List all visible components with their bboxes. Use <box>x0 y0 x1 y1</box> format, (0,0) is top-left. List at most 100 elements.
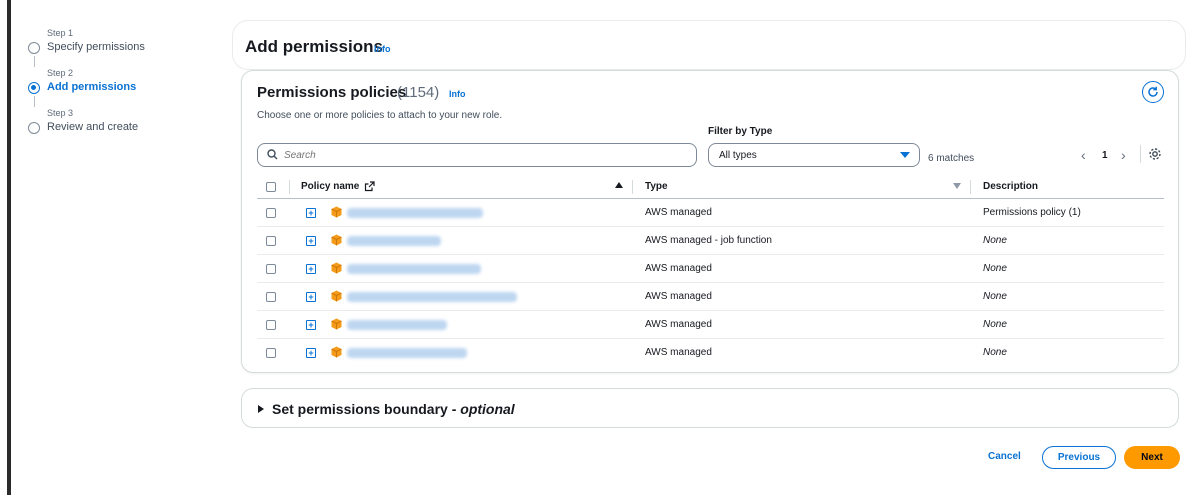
table-row[interactable]: + AWS managed None <box>257 255 1164 283</box>
policy-name-link[interactable] <box>347 348 467 358</box>
permissions-boundary-expander[interactable]: Set permissions boundary - optional <box>241 388 1179 428</box>
row-checkbox[interactable] <box>266 320 276 330</box>
panel-info-link[interactable]: Info <box>449 89 466 99</box>
step-2[interactable]: Step 2 Add permissions <box>26 66 216 106</box>
table-row[interactable]: + AWS managed None <box>257 283 1164 311</box>
policy-description: None <box>983 347 1007 358</box>
policy-type: AWS managed <box>645 347 712 358</box>
caret-right-icon <box>258 405 264 413</box>
search-input[interactable] <box>284 147 684 163</box>
policy-name-link[interactable] <box>347 292 517 302</box>
policies-table: Policy name Type Description + AWS manag… <box>257 175 1164 367</box>
aws-cube-icon <box>331 346 342 358</box>
filter-label: Filter by Type <box>708 126 773 137</box>
column-header-description: Description <box>983 181 1039 192</box>
column-header-policy-name[interactable]: Policy name <box>301 181 359 192</box>
policy-type: AWS managed <box>645 291 712 302</box>
header-info-link[interactable]: Info <box>374 44 391 54</box>
aws-cube-icon <box>331 234 342 246</box>
step-3: Step 3 Review and create <box>26 106 216 146</box>
boundary-optional: optional <box>460 401 515 417</box>
next-page-icon[interactable]: › <box>1121 147 1126 163</box>
expand-plus-icon[interactable]: + <box>306 292 316 302</box>
current-page[interactable]: 1 <box>1102 150 1108 161</box>
aws-cube-icon <box>331 262 342 274</box>
policy-description: None <box>983 291 1007 302</box>
row-checkbox[interactable] <box>266 348 276 358</box>
refresh-button[interactable] <box>1142 81 1164 103</box>
policy-type: AWS managed - job function <box>645 235 772 246</box>
type-filter-value: All types <box>719 150 757 161</box>
aws-cube-icon <box>331 206 342 218</box>
policy-type: AWS managed <box>645 319 712 330</box>
expand-plus-icon[interactable]: + <box>306 208 316 218</box>
panel-title: Permissions policies <box>257 84 407 101</box>
boundary-label: Set permissions boundary - optional <box>272 401 515 417</box>
boundary-label-text: Set permissions boundary - <box>272 401 461 417</box>
row-checkbox[interactable] <box>266 292 276 302</box>
aws-cube-icon <box>331 318 342 330</box>
policy-description: Permissions policy (1) <box>983 207 1081 218</box>
step-radio-icon <box>28 82 40 94</box>
policy-name-link[interactable] <box>347 320 447 330</box>
sort-ascending-icon[interactable] <box>615 182 623 188</box>
policy-type: AWS managed <box>645 263 712 274</box>
table-row[interactable]: + AWS managed None <box>257 339 1164 367</box>
table-row[interactable]: + AWS managed None <box>257 311 1164 339</box>
expand-plus-icon[interactable]: + <box>306 264 316 274</box>
panel-description: Choose one or more policies to attach to… <box>257 110 503 121</box>
step-label: Add permissions <box>47 81 137 93</box>
page-header: Add permissions Info <box>232 20 1186 70</box>
policy-name-link[interactable] <box>347 264 481 274</box>
column-divider <box>289 180 290 194</box>
aws-cube-icon <box>331 290 342 302</box>
expand-plus-icon[interactable]: + <box>306 320 316 330</box>
table-row[interactable]: + AWS managed - job function None <box>257 227 1164 255</box>
step-number: Step 2 <box>47 68 74 78</box>
expand-plus-icon[interactable]: + <box>306 348 316 358</box>
pager-divider <box>1140 145 1141 163</box>
step-radio-icon <box>28 122 40 134</box>
step-number: Step 3 <box>47 108 74 118</box>
search-icon <box>267 149 278 160</box>
refresh-icon <box>1148 86 1158 97</box>
external-link-icon <box>364 181 375 192</box>
type-filter-select[interactable]: All types <box>708 143 920 167</box>
step-label: Review and create <box>47 121 139 133</box>
column-divider <box>970 180 971 194</box>
edge-stripe <box>7 0 11 495</box>
sort-icon[interactable] <box>953 183 961 189</box>
policy-description: None <box>983 235 1007 246</box>
cancel-button[interactable]: Cancel <box>988 451 1021 462</box>
gear-icon[interactable] <box>1148 147 1162 161</box>
table-row[interactable]: + AWS managed Permissions policy (1) <box>257 199 1164 227</box>
previous-button[interactable]: Previous <box>1042 446 1116 469</box>
policy-name-link[interactable] <box>347 208 483 218</box>
policy-name-link[interactable] <box>347 236 441 246</box>
select-all-checkbox[interactable] <box>266 182 276 192</box>
next-button[interactable]: Next <box>1124 446 1180 469</box>
expand-plus-icon[interactable]: + <box>306 236 316 246</box>
policy-description: None <box>983 319 1007 330</box>
policy-count: (1154) <box>397 84 440 101</box>
previous-page-icon[interactable]: ‹ <box>1081 147 1086 163</box>
step-number: Step 1 <box>47 28 74 38</box>
left-edge <box>0 0 12 495</box>
row-checkbox[interactable] <box>266 236 276 246</box>
step-radio-icon <box>28 42 40 54</box>
wizard-steps: Step 1 Specify permissions Step 2 Add pe… <box>26 26 216 146</box>
policy-description: None <box>983 263 1007 274</box>
page-title: Add permissions <box>245 37 383 56</box>
matches-count: 6 matches <box>928 153 975 164</box>
policy-type: AWS managed <box>645 207 712 218</box>
step-1[interactable]: Step 1 Specify permissions <box>26 26 216 66</box>
table-header: Policy name Type Description <box>257 175 1164 199</box>
caret-down-icon <box>900 152 910 158</box>
permissions-policies-panel: Permissions policies (1154) Info Choose … <box>241 70 1179 373</box>
row-checkbox[interactable] <box>266 264 276 274</box>
step-label[interactable]: Specify permissions <box>47 41 145 53</box>
row-checkbox[interactable] <box>266 208 276 218</box>
column-divider <box>632 180 633 194</box>
search-field[interactable] <box>257 143 697 167</box>
column-header-type[interactable]: Type <box>645 181 668 192</box>
